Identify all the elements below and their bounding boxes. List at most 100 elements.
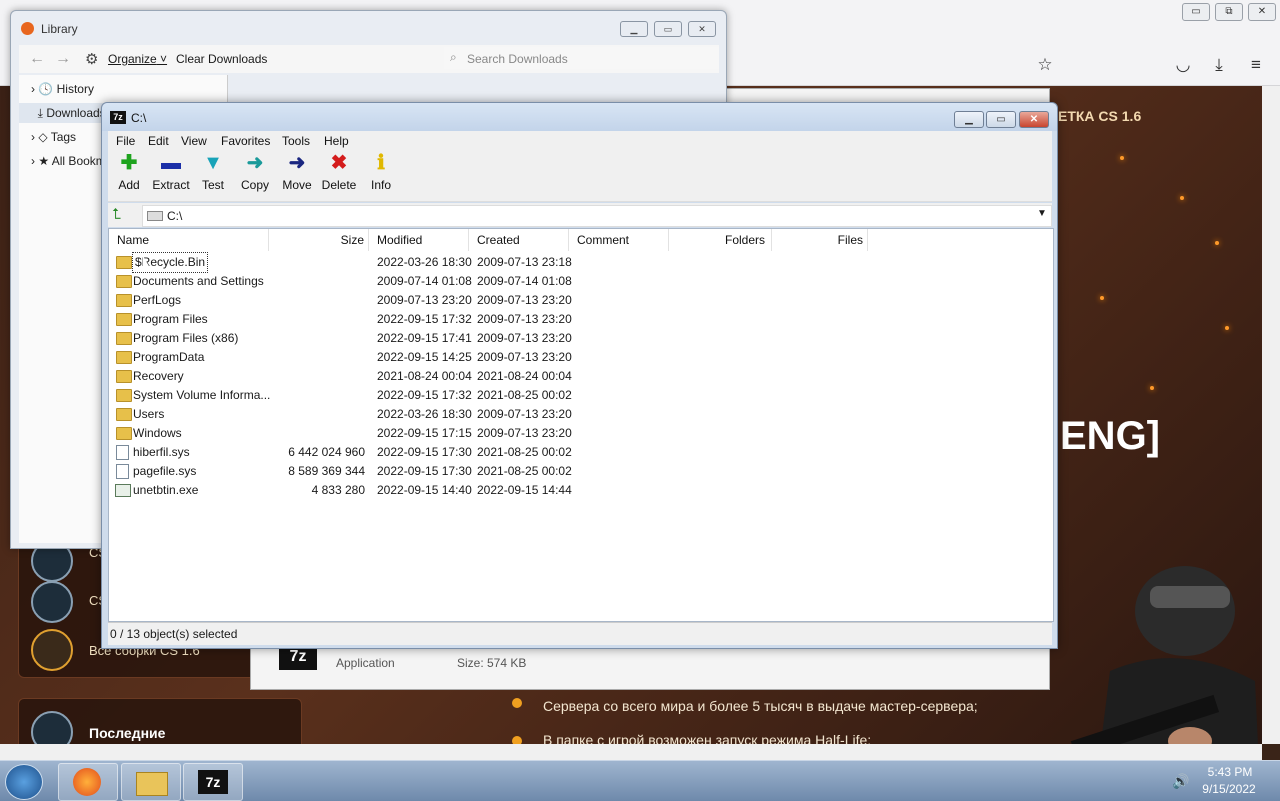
app-type-label: Application [336, 656, 395, 670]
clock-date[interactable]: 9/15/2022 [1196, 782, 1262, 796]
cs-icon [31, 711, 73, 744]
table-row[interactable]: Windows 2022-09-15 17:15 2009-07-13 23:20 [109, 424, 1049, 443]
menu-help[interactable]: Help [324, 134, 349, 148]
cell-modified: 2022-09-15 14:25 [377, 350, 472, 364]
menu-file[interactable]: File [116, 134, 135, 148]
cell-modified: 2022-09-15 17:32 [377, 312, 472, 326]
clear-downloads-button[interactable]: Clear Downloads [176, 52, 267, 66]
browser-close-button[interactable]: ✕ [1248, 3, 1276, 21]
add-button[interactable]: ✚ Add [108, 151, 150, 199]
back-icon[interactable]: ← [29, 50, 45, 68]
7zip-menubar: File Edit View Favorites Tools Help [108, 131, 1052, 151]
cell-name: Windows [133, 426, 182, 440]
table-row[interactable]: PerfLogs 2009-07-13 23:20 2009-07-13 23:20 [109, 291, 1049, 310]
cell-size: 4 833 280 [311, 483, 365, 497]
cell-created: 2021-08-25 00:02 [477, 388, 572, 402]
column-files[interactable]: Files [772, 229, 868, 251]
forward-icon[interactable]: → [55, 50, 71, 68]
column-name[interactable]: Name [109, 229, 269, 251]
cell-size: 6 442 024 960 [288, 445, 365, 459]
cell-name: Recovery [133, 369, 184, 383]
organize-button[interactable]: Organize ˅ [108, 52, 167, 66]
folder-icon [116, 427, 132, 440]
file-icon [116, 464, 129, 479]
folder-up-icon[interactable]: ⮤ [112, 206, 130, 224]
cell-created: 2009-07-13 23:20 [477, 426, 572, 440]
7zip-window: 7z C:\ ▁ ▭ ✕ File Edit View Favorites To… [101, 102, 1058, 649]
browser-restore-button[interactable]: ⧉ [1215, 3, 1243, 21]
browser-minimize-button[interactable]: ▭ [1182, 3, 1210, 21]
extract-button[interactable]: ▬ Extract [150, 151, 192, 199]
menu-tools[interactable]: Tools [282, 134, 310, 148]
star-icon[interactable]: ☆ [1035, 55, 1055, 75]
7zip-titlebar: 7z C:\ ▁ ▭ ✕ [102, 103, 1057, 131]
app-size-label: Size: 574 KB [457, 656, 527, 670]
7zip-close-button[interactable]: ✕ [1019, 111, 1049, 128]
table-row[interactable]: System Volume Informa... 2022-09-15 17:32… [109, 386, 1049, 405]
search-placeholder: Search Downloads [467, 52, 568, 66]
search-downloads-input[interactable]: ⌕ Search Downloads [444, 47, 719, 69]
table-row[interactable]: Users 2022-03-26 18:30 2009-07-13 23:20 [109, 405, 1049, 424]
download-icon[interactable]: ⤓ [1209, 55, 1229, 75]
chevron-down-icon[interactable]: ▼ [1037, 208, 1047, 219]
search-icon: ⌕ [450, 50, 457, 64]
taskbar-explorer[interactable] [121, 763, 181, 801]
table-row[interactable]: Program Files 2022-09-15 17:32 2009-07-13 … [109, 310, 1049, 329]
cell-modified: 2022-09-15 17:30 [377, 464, 472, 478]
library-minimize-button[interactable]: ▁ [620, 21, 648, 37]
test-button[interactable]: ▼ Test [192, 151, 234, 199]
library-title: Library [41, 22, 78, 36]
cell-size: 8 589 369 344 [288, 464, 365, 478]
start-button[interactable] [5, 764, 43, 800]
table-row[interactable]: Documents and Settings 2009-07-14 01:08 20… [109, 272, 1049, 291]
cell-name: unetbtin.exe [133, 483, 199, 497]
library-restore-button[interactable]: ▭ [654, 21, 682, 37]
column-created[interactable]: Created [469, 229, 569, 251]
cell-modified: 2022-03-26 18:30 [377, 407, 472, 421]
7zip-maximize-button[interactable]: ▭ [986, 111, 1016, 128]
address-bar: ⮤ C:\ ▼ [108, 203, 1052, 227]
table-row[interactable]: $Recycle.Bin 2022-03-26 18:30 2009-07-13 2… [109, 252, 1049, 273]
column-folders[interactable]: Folders [669, 229, 772, 251]
table-row[interactable]: pagefile.sys 8 589 369 344 2022-09-15 17:3… [109, 462, 1049, 481]
7zip-title: C:\ [131, 111, 147, 125]
menu-view[interactable]: View [181, 134, 207, 148]
folder-icon [116, 294, 132, 307]
table-row[interactable]: hiberfil.sys 6 442 024 960 2022-09-15 17:3… [109, 443, 1049, 462]
cell-created: 2009-07-14 01:08 [477, 274, 572, 288]
taskbar-7zip[interactable]: 7z [183, 763, 243, 801]
library-close-button[interactable]: ✕ [688, 21, 716, 37]
folder-icon [116, 313, 132, 326]
cell-created: 2009-07-13 23:20 [477, 331, 572, 345]
table-row[interactable]: unetbtin.exe 4 833 280 2022-09-15 14:40 202… [109, 481, 1049, 500]
table-row[interactable]: Recovery 2021-08-24 00:04 2021-08-24 00:04 [109, 367, 1049, 386]
cell-name: Program Files [133, 312, 208, 326]
address-input[interactable]: C:\ ▼ [142, 205, 1052, 227]
pocket-icon[interactable]: ◡ [1173, 55, 1193, 75]
7zip-minimize-button[interactable]: ▁ [954, 111, 984, 128]
horizontal-scrollbar[interactable] [0, 744, 1262, 760]
menu-edit[interactable]: Edit [148, 134, 169, 148]
cell-created: 2009-07-13 23:20 [477, 312, 572, 326]
7zip-icon: 7z [198, 770, 228, 794]
taskbar: 7z 🔊 5:43 PM 9/15/2022 [0, 760, 1280, 801]
menu-favorites[interactable]: Favorites [221, 134, 270, 148]
clock-time[interactable]: 5:43 PM [1200, 765, 1260, 779]
move-button[interactable]: ➜ Move [276, 151, 318, 199]
status-bar: 0 / 13 object(s) selected [108, 622, 1052, 645]
table-row[interactable]: Program Files (x86) 2022-09-15 17:41 2009-… [109, 329, 1049, 348]
column-size[interactable]: Size [269, 229, 369, 251]
info-button[interactable]: ℹ Info [360, 151, 402, 199]
menu-icon[interactable]: ≡ [1246, 55, 1266, 75]
cell-name: pagefile.sys [133, 464, 197, 478]
taskbar-firefox[interactable] [58, 763, 118, 801]
delete-button[interactable]: ✖ Delete [318, 151, 360, 199]
vertical-scrollbar[interactable] [1262, 86, 1280, 744]
tree-item-history[interactable]: › 🕓 History [31, 79, 94, 99]
column-comment[interactable]: Comment [569, 229, 669, 251]
tree-item-tags[interactable]: › ◇ Tags [31, 127, 76, 147]
table-row[interactable]: ProgramData 2022-09-15 14:25 2009-07-13 23… [109, 348, 1049, 367]
column-modified[interactable]: Modified [369, 229, 469, 251]
copy-button[interactable]: ➜ Copy [234, 151, 276, 199]
volume-icon[interactable]: 🔊 [1172, 773, 1189, 790]
